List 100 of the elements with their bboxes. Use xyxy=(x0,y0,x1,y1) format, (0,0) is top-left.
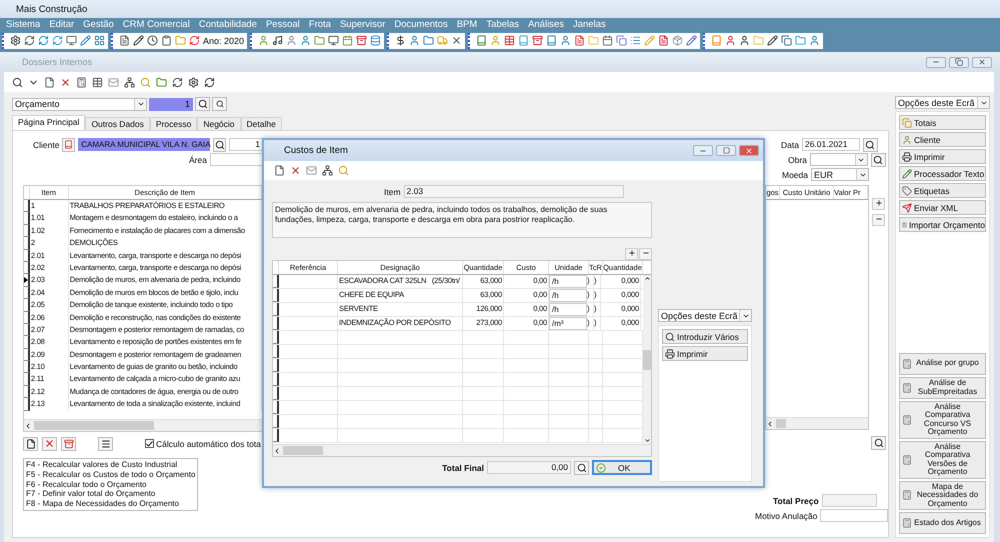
close-icon[interactable] xyxy=(451,35,462,46)
new-document-icon[interactable] xyxy=(274,165,285,176)
search-button[interactable] xyxy=(871,436,886,450)
row-header[interactable] xyxy=(273,359,279,372)
unit-field[interactable]: /m³ xyxy=(549,317,587,330)
clipboard-icon[interactable] xyxy=(161,35,172,46)
restore-button[interactable] xyxy=(949,56,969,68)
calculator-icon[interactable] xyxy=(76,76,87,88)
client-code-field[interactable]: 1 xyxy=(228,138,263,151)
table-icon[interactable] xyxy=(92,76,103,88)
year-button[interactable]: Ano: 2020 xyxy=(203,36,244,46)
total-price-field[interactable] xyxy=(822,494,877,507)
row-header[interactable] xyxy=(273,415,279,428)
clock-icon[interactable] xyxy=(147,35,158,46)
copy-icon[interactable] xyxy=(616,35,628,46)
menu-item[interactable]: Editar xyxy=(49,19,74,30)
search-button[interactable] xyxy=(195,97,210,111)
calendar-icon[interactable] xyxy=(602,35,614,46)
user-icon[interactable] xyxy=(725,35,736,46)
book-icon[interactable] xyxy=(476,35,488,46)
scrollbar-thumb[interactable] xyxy=(34,421,154,430)
row-header[interactable] xyxy=(273,317,279,330)
analysis-button[interactable]: Análise por grupo xyxy=(899,352,986,374)
total-field[interactable]: 0,00 xyxy=(487,461,571,474)
row-header[interactable] xyxy=(24,373,30,386)
analysis-button[interactable]: Análise Comparativa Concurso VS Orçamento xyxy=(899,400,986,438)
row-header[interactable] xyxy=(273,345,279,358)
document-icon[interactable] xyxy=(658,35,670,46)
close-button[interactable] xyxy=(739,145,759,156)
document-icon[interactable] xyxy=(119,35,130,46)
unit-field[interactable]: /h xyxy=(549,289,587,302)
row-header[interactable] xyxy=(273,275,279,288)
area-field[interactable] xyxy=(210,153,263,166)
grid-icon[interactable] xyxy=(94,35,105,46)
tab[interactable]: Processo xyxy=(150,117,198,130)
analysis-button[interactable]: Mapa de Necessidades do Orçamento xyxy=(899,480,986,510)
tab[interactable]: Negócio xyxy=(197,117,241,130)
action-button[interactable]: Imprimir xyxy=(899,149,986,164)
ok-button[interactable]: OK xyxy=(592,460,652,475)
hierarchy-icon[interactable] xyxy=(322,165,333,176)
book-icon[interactable] xyxy=(518,35,530,46)
row-header[interactable] xyxy=(24,200,30,212)
hierarchy-icon[interactable] xyxy=(124,76,135,88)
action-button[interactable]: Importar Orçamento xyxy=(899,217,986,232)
row-header[interactable] xyxy=(24,212,30,225)
row-header[interactable] xyxy=(24,262,30,274)
action-button[interactable]: Cliente xyxy=(899,132,986,147)
menu-item[interactable]: Gestão xyxy=(83,19,114,30)
row-header[interactable] xyxy=(24,348,30,362)
row-header[interactable] xyxy=(24,286,30,300)
menu-item[interactable]: Frota xyxy=(308,19,331,30)
search-button[interactable] xyxy=(574,460,589,474)
remove-button[interactable] xyxy=(639,248,652,260)
menu-item[interactable]: Sistema xyxy=(6,19,40,30)
archive-button[interactable] xyxy=(61,436,76,450)
delete-button[interactable] xyxy=(42,436,57,450)
menu-item[interactable]: Supervisor xyxy=(340,19,386,30)
add-button[interactable] xyxy=(872,198,885,210)
search-button[interactable] xyxy=(213,138,226,152)
analysis-button[interactable]: Análise de SubEmpreitadas xyxy=(899,376,986,398)
action-button[interactable]: Etiquetas xyxy=(899,183,986,198)
book-icon[interactable] xyxy=(546,35,558,46)
tab[interactable]: Página Principal xyxy=(12,115,86,130)
options-combo[interactable]: Opções deste Ecrã xyxy=(658,309,752,322)
minimize-button[interactable] xyxy=(693,145,713,156)
menu-item[interactable]: CRM Comercial xyxy=(122,19,190,30)
pencil-icon[interactable] xyxy=(133,35,144,46)
remove-button[interactable] xyxy=(872,214,885,226)
action-button[interactable]: Imprimir xyxy=(662,346,748,361)
row-header[interactable] xyxy=(273,331,279,344)
folder-icon[interactable] xyxy=(156,76,167,88)
table-icon[interactable] xyxy=(504,35,516,46)
row-header[interactable] xyxy=(24,336,30,349)
maximize-button[interactable] xyxy=(716,145,736,156)
date-field[interactable]: 26.01.2021 xyxy=(802,138,860,151)
calendar-icon[interactable] xyxy=(342,35,354,46)
row-header[interactable] xyxy=(273,429,279,442)
menu-item[interactable]: BPM xyxy=(456,19,478,30)
scrollbar-thumb[interactable] xyxy=(643,350,651,370)
action-button[interactable]: Introduzir Vários xyxy=(662,329,748,344)
add-button[interactable] xyxy=(625,248,638,260)
menu-item[interactable]: Janelas xyxy=(572,19,606,30)
row-header[interactable] xyxy=(24,274,30,287)
menu-item[interactable]: Contabilidade xyxy=(198,19,257,30)
user-icon[interactable] xyxy=(739,35,750,46)
client-field[interactable]: CAMARA MUNICIPAL VILA N. GAIA xyxy=(78,138,210,151)
row-header[interactable] xyxy=(273,373,279,386)
action-button[interactable]: Processador Texto xyxy=(899,166,986,181)
search-icon[interactable] xyxy=(12,76,23,88)
menu-item[interactable]: Análises xyxy=(528,19,564,30)
tab[interactable]: Detalhe xyxy=(240,117,282,130)
scrollbar-thumb[interactable] xyxy=(776,419,786,428)
new-button[interactable] xyxy=(23,436,38,450)
checkbox[interactable] xyxy=(145,439,154,448)
menu-item[interactable]: Documentos xyxy=(394,19,448,30)
unit-field[interactable]: /h xyxy=(549,303,587,316)
document-type-combo[interactable]: Orçamento xyxy=(12,98,147,110)
envelope-icon[interactable] xyxy=(306,165,317,176)
pencil-icon[interactable] xyxy=(767,35,778,46)
archive-icon[interactable] xyxy=(356,35,368,46)
